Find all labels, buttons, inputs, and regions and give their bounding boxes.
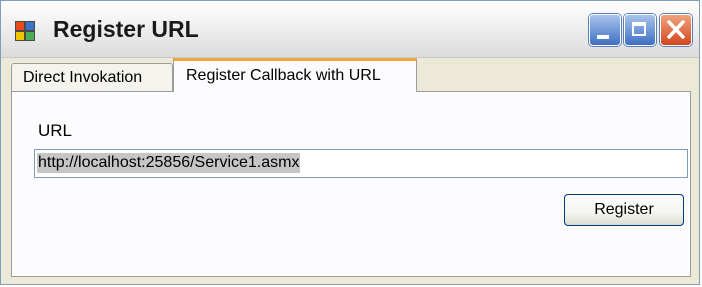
register-url-window: Register URL Direct Invokation Register …: [0, 0, 700, 285]
tab-label: Register Callback with URL: [186, 67, 381, 84]
tab-direct-invokation[interactable]: Direct Invokation: [11, 63, 173, 91]
windows-forms-app-icon: [15, 21, 35, 41]
url-label: URL: [38, 121, 73, 140]
maximize-button[interactable]: [624, 14, 656, 46]
window-title: Register URL: [53, 16, 199, 42]
client-area: Direct Invokation Register Callback with…: [4, 58, 696, 284]
close-icon: [667, 20, 685, 39]
register-button[interactable]: Register: [564, 194, 684, 226]
tab-register-callback-with-url[interactable]: Register Callback with URL: [173, 58, 417, 92]
close-button[interactable]: [660, 14, 692, 46]
title-bar[interactable]: Register URL: [1, 1, 699, 58]
url-input-value[interactable]: http://localhost:25856/Service1.asmx: [37, 153, 301, 173]
tab-page-register-callback: URL http://localhost:25856/Service1.asmx…: [11, 91, 691, 277]
minimize-button[interactable]: [589, 14, 621, 46]
url-input[interactable]: http://localhost:25856/Service1.asmx: [34, 149, 688, 178]
tab-label: Direct Invokation: [23, 69, 143, 86]
maximize-icon: [632, 22, 646, 36]
minimize-icon: [597, 35, 609, 39]
